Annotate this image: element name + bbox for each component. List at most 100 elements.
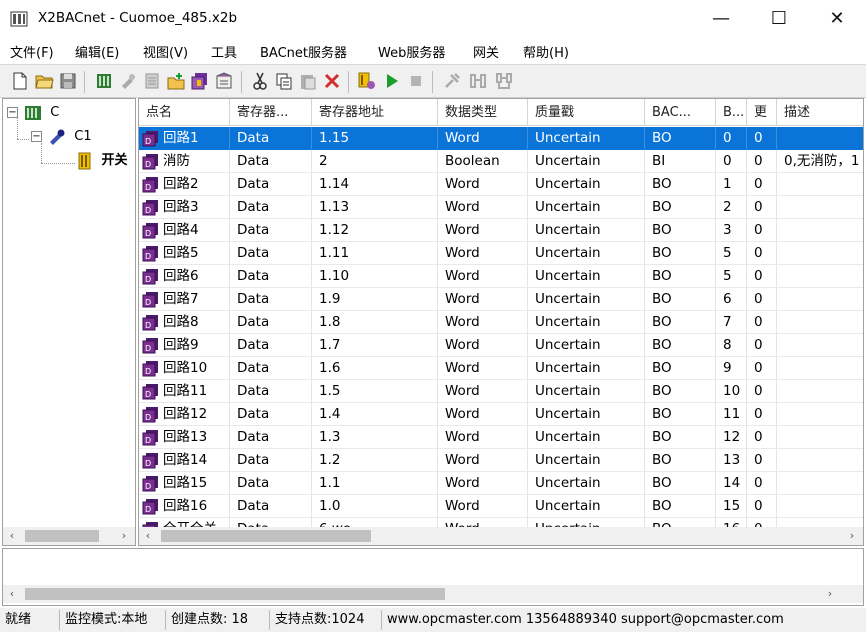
menu-help[interactable]: 帮助(H) <box>523 42 569 61</box>
table-hscrollbar[interactable]: ‹ › <box>139 527 863 545</box>
table-row[interactable]: D 回路15 Data 1.1 Word Uncertain BO 14 0 <box>139 472 863 495</box>
col-point-name-header[interactable]: 点名 <box>139 99 230 126</box>
col-data-type-cell: Word <box>438 449 528 472</box>
col-register-address-header[interactable]: 寄存器地址 <box>312 99 438 126</box>
svg-text:D: D <box>145 436 151 445</box>
data-point-icon: D <box>142 292 158 308</box>
device-properties-icon[interactable] <box>142 71 162 91</box>
table-row[interactable]: D 回路13 Data 1.3 Word Uncertain BO 12 0 <box>139 426 863 449</box>
menu-view[interactable]: 视图(V) <box>143 42 188 61</box>
table-row[interactable]: D 回路12 Data 1.4 Word Uncertain BO 11 0 <box>139 403 863 426</box>
col-data-type-cell: Word <box>438 173 528 196</box>
col-quality-header[interactable]: 质量戳 <box>528 99 645 126</box>
col-data-type-header[interactable]: 数据类型 <box>438 99 528 126</box>
col-update-cell: 0 <box>747 426 777 449</box>
col-update-header[interactable]: 更 <box>747 99 777 126</box>
table-row[interactable]: D 回路3 Data 1.13 Word Uncertain BO 2 0 <box>139 196 863 219</box>
col-description-header[interactable]: 描述 <box>777 99 863 126</box>
menu-edit[interactable]: 编辑(E) <box>75 42 119 61</box>
col-data-type-cell: Word <box>438 403 528 426</box>
scroll-thumb[interactable] <box>25 588 445 600</box>
menu-tools[interactable]: 工具 <box>211 42 237 61</box>
stop-icon[interactable] <box>406 71 426 91</box>
point-name-text: 回路2 <box>163 176 199 192</box>
col-bacnet-instance-cell: 5 <box>716 242 747 265</box>
table-row[interactable]: D 回路11 Data 1.5 Word Uncertain BO 10 0 <box>139 380 863 403</box>
col-quality-cell: Uncertain <box>528 242 645 265</box>
col-update-cell: 0 <box>747 242 777 265</box>
add-device-icon[interactable] <box>118 71 138 91</box>
cut-icon[interactable] <box>250 71 270 91</box>
svg-text:D: D <box>145 459 151 468</box>
scroll-left-arrow-icon[interactable]: ‹ <box>3 585 21 603</box>
batch-add-icon[interactable] <box>190 71 210 91</box>
properties-icon[interactable] <box>214 71 234 91</box>
table-row[interactable]: D 回路16 Data 1.0 Word Uncertain BO 15 0 <box>139 495 863 518</box>
col-bacnet-instance-header[interactable]: B... <box>716 99 747 126</box>
table-row[interactable]: D 回路5 Data 1.11 Word Uncertain BO 5 0 <box>139 242 863 265</box>
delete-icon[interactable] <box>322 71 342 91</box>
col-data-type-cell: Word <box>438 426 528 449</box>
table-row[interactable]: D 回路8 Data 1.8 Word Uncertain BO 7 0 <box>139 311 863 334</box>
collapse-toggle-icon[interactable]: − <box>31 131 42 142</box>
menu-web-server[interactable]: Web服务器 <box>378 42 445 61</box>
scroll-left-arrow-icon[interactable]: ‹ <box>139 527 157 545</box>
tag-settings-icon[interactable] <box>356 71 376 91</box>
table-row[interactable]: D 回路6 Data 1.10 Word Uncertain BO 5 0 <box>139 265 863 288</box>
collapse-toggle-icon[interactable]: − <box>7 107 18 118</box>
scroll-thumb[interactable] <box>161 530 371 542</box>
col-bacnet-instance-cell: 14 <box>716 472 747 495</box>
col-description-cell <box>777 242 863 265</box>
maximize-button[interactable]: ☐ <box>750 0 808 38</box>
new-file-icon[interactable] <box>10 71 30 91</box>
scroll-right-arrow-icon[interactable]: › <box>821 585 839 603</box>
col-bacnet-type-cell: BO <box>645 334 716 357</box>
col-point-name-cell: D 回路14 <box>139 449 230 472</box>
table-row[interactable]: D 回路9 Data 1.7 Word Uncertain BO 8 0 <box>139 334 863 357</box>
tree-node-root[interactable]: − C <box>7 103 59 123</box>
tree-hscrollbar[interactable]: ‹ › <box>3 527 135 545</box>
col-bacnet-instance-cell: 7 <box>716 311 747 334</box>
svg-text:D: D <box>145 252 151 261</box>
table-row[interactable]: D 回路14 Data 1.2 Word Uncertain BO 13 0 <box>139 449 863 472</box>
open-folder-icon[interactable] <box>34 71 54 91</box>
col-register-header[interactable]: 寄存器... <box>230 99 312 126</box>
add-group-icon[interactable] <box>166 71 186 91</box>
close-button[interactable]: ✕ <box>808 0 866 38</box>
table-row[interactable]: D 回路1 Data 1.15 Word Uncertain BO 0 0 <box>139 127 863 150</box>
col-register-cell: Data <box>230 288 312 311</box>
table-row[interactable]: D 消防 Data 2 Boolean Uncertain BI 0 0 0,无消防，1 <box>139 150 863 173</box>
menu-file[interactable]: 文件(F) <box>10 42 54 61</box>
col-point-name-cell: D 回路15 <box>139 472 230 495</box>
minimize-button[interactable]: — <box>692 0 750 38</box>
tree-node-device[interactable]: 开关 <box>77 151 128 171</box>
svg-text:D: D <box>145 482 151 491</box>
scroll-left-arrow-icon[interactable]: ‹ <box>3 527 21 545</box>
point-name-text: 回路5 <box>163 245 199 261</box>
point-name-text: 回路8 <box>163 314 199 330</box>
copy-icon[interactable] <box>274 71 294 91</box>
tools-icon[interactable] <box>442 71 462 91</box>
tree-node-channel[interactable]: − C1 <box>31 127 92 147</box>
menu-bacnet-server[interactable]: BACnet服务器 <box>260 42 347 61</box>
bacnet-server-icon[interactable] <box>468 71 488 91</box>
log-hscrollbar[interactable]: ‹ › <box>3 585 863 603</box>
scroll-right-arrow-icon[interactable]: › <box>843 527 861 545</box>
scroll-thumb[interactable] <box>25 530 99 542</box>
run-icon[interactable] <box>382 71 402 91</box>
col-description-cell <box>777 495 863 518</box>
svg-text:D: D <box>145 298 151 307</box>
menu-gateway[interactable]: 网关 <box>473 42 499 61</box>
table-row[interactable]: D 回路10 Data 1.6 Word Uncertain BO 9 0 <box>139 357 863 380</box>
col-quality-cell: Uncertain <box>528 426 645 449</box>
col-bacnet-type-header[interactable]: BAC... <box>645 99 716 126</box>
table-row[interactable]: D 回路4 Data 1.12 Word Uncertain BO 3 0 <box>139 219 863 242</box>
scroll-right-arrow-icon[interactable]: › <box>115 527 133 545</box>
save-icon[interactable] <box>58 71 78 91</box>
col-bacnet-type-cell: BO <box>645 426 716 449</box>
add-channel-icon[interactable] <box>94 71 114 91</box>
table-row[interactable]: D 回路2 Data 1.14 Word Uncertain BO 1 0 <box>139 173 863 196</box>
gateway-icon[interactable] <box>494 71 514 91</box>
table-row[interactable]: D 回路7 Data 1.9 Word Uncertain BO 6 0 <box>139 288 863 311</box>
paste-icon[interactable] <box>298 71 318 91</box>
